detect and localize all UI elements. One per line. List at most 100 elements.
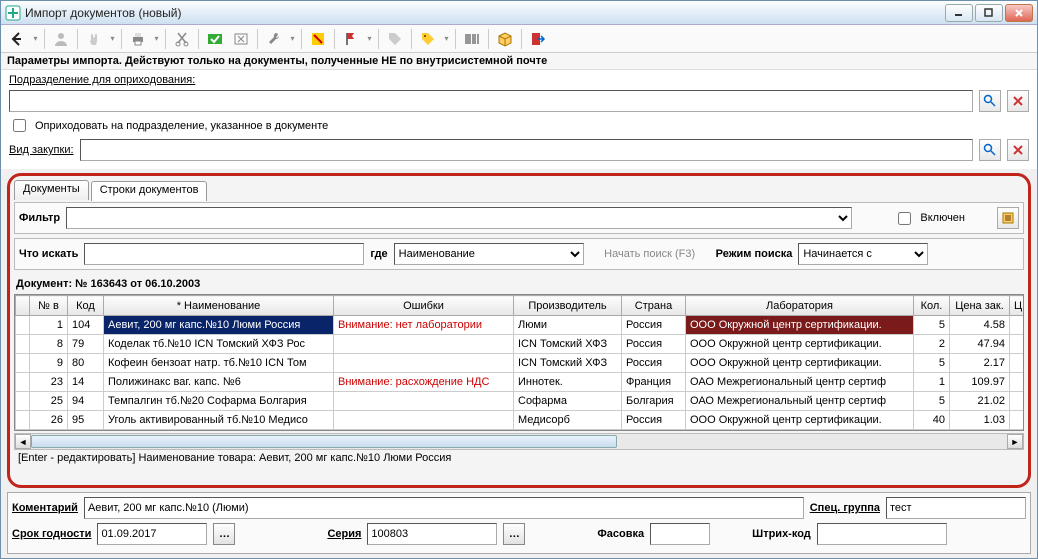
series-input[interactable] (367, 523, 497, 545)
search-mode-select[interactable]: Начинается с (798, 243, 928, 265)
status-line: [Enter - редактировать] Наименование тов… (14, 450, 1024, 466)
cell-lab: ООО Окружной центр сертификации. (686, 354, 914, 373)
user-icon (49, 28, 73, 50)
col-code[interactable]: Код (68, 296, 104, 316)
cell-error (334, 354, 514, 373)
cell-error: Внимание: расхождение НДС (334, 373, 514, 392)
table-row[interactable]: 2695Уголь активированный тб.№10 МедисоМе… (16, 411, 1024, 430)
col-errors[interactable]: Ошибки (334, 296, 514, 316)
app-icon (5, 5, 21, 21)
table-row[interactable]: 2314Полижинакс ваг. капс. №6Внимание: ра… (16, 373, 1024, 392)
division-lookup-button[interactable] (979, 90, 1001, 112)
dropdown-icon[interactable]: ▾ (152, 28, 161, 50)
search-what-input[interactable] (84, 243, 364, 265)
col-marker[interactable] (16, 296, 30, 316)
purchase-clear-button[interactable] (1007, 139, 1029, 161)
division-input[interactable] (9, 90, 973, 112)
dropdown-icon[interactable]: ▾ (31, 28, 40, 50)
spec-group-input[interactable] (886, 497, 1026, 519)
wrench-button[interactable] (262, 28, 286, 50)
cell-num: 25 (30, 392, 68, 411)
col-country[interactable]: Страна (622, 296, 686, 316)
highlighted-area: Документы Строки документов Фильтр Включ… (7, 173, 1031, 488)
division-clear-button[interactable] (1007, 90, 1029, 112)
search-what-label: Что искать (19, 248, 78, 260)
col-lab[interactable]: Лаборатория (686, 296, 914, 316)
col-producer[interactable]: Производитель (514, 296, 622, 316)
box-button[interactable] (493, 28, 517, 50)
tag-gray-icon (383, 28, 407, 50)
series-picker-button[interactable]: … (503, 523, 525, 545)
cell-qty: 5 (914, 354, 950, 373)
col-qty[interactable]: Кол. (914, 296, 950, 316)
table-row[interactable]: 980Кофеин бензоат натр. тб.№10 ICN ТомIC… (16, 354, 1024, 373)
cell-producer: ICN Томский ХФЗ (514, 354, 622, 373)
document-header: Документ: № 163643 от 06.10.2003 (14, 274, 1024, 294)
cell-num: 9 (30, 354, 68, 373)
warning-button[interactable] (306, 28, 330, 50)
start-search-button[interactable]: Начать поиск (F3) (590, 248, 710, 260)
cell-lab: ООО Окружной центр сертификации. (686, 316, 914, 335)
table-row[interactable]: 1104Аевит, 200 мг капс.№10 Люми РоссияВн… (16, 316, 1024, 335)
check-green-button[interactable] (203, 28, 227, 50)
col-extra[interactable]: Ц (1010, 296, 1024, 316)
cell-country: Россия (622, 411, 686, 430)
minimize-button[interactable] (945, 4, 973, 22)
print-button[interactable] (126, 28, 150, 50)
cell-qty: 5 (914, 316, 950, 335)
cell-price: 47.94 (950, 335, 1010, 354)
table-row[interactable]: 879Коделак тб.№10 ICN Томский ХФЗ РосICN… (16, 335, 1024, 354)
cell-qty: 40 (914, 411, 950, 430)
use-doc-division-label: Оприходовать на подразделение, указанное… (35, 120, 328, 132)
dropdown-icon[interactable]: ▾ (288, 28, 297, 50)
expiry-picker-button[interactable]: … (213, 523, 235, 545)
back-button[interactable] (5, 28, 29, 50)
packing-label: Фасовка (597, 528, 644, 540)
cell-extra (1010, 411, 1024, 430)
exit-button[interactable] (526, 28, 550, 50)
purchase-lookup-button[interactable] (979, 139, 1001, 161)
cell-price: 4.58 (950, 316, 1010, 335)
search-where-label: где (370, 248, 387, 260)
flag-button[interactable] (339, 28, 363, 50)
uncheck-button[interactable] (229, 28, 253, 50)
cell-code: 94 (68, 392, 104, 411)
purchase-type-input[interactable] (80, 139, 973, 161)
maximize-button[interactable] (975, 4, 1003, 22)
close-button[interactable] (1005, 4, 1033, 22)
cell-country: Болгария (622, 392, 686, 411)
cell-qty: 2 (914, 335, 950, 354)
expiry-input[interactable] (97, 523, 207, 545)
cut-button[interactable] (170, 28, 194, 50)
table-row[interactable]: 2594Темпалгин тб.№20 Софарма БолгарияСоф… (16, 392, 1024, 411)
tag-yellow-button[interactable] (416, 28, 440, 50)
data-grid[interactable]: № в Код * Наименование Ошибки Производит… (14, 294, 1024, 431)
cell-qty: 5 (914, 392, 950, 411)
comment-label: Коментарий (12, 502, 78, 514)
packing-input[interactable] (650, 523, 710, 545)
horizontal-scrollbar[interactable]: ◄ ► (14, 433, 1024, 450)
scroll-thumb[interactable] (31, 435, 617, 448)
barcode-input[interactable] (817, 523, 947, 545)
scroll-right-icon[interactable]: ► (1007, 434, 1023, 449)
comment-input[interactable] (84, 497, 804, 519)
scroll-left-icon[interactable]: ◄ (15, 434, 31, 449)
filter-select[interactable] (66, 207, 852, 229)
dropdown-icon[interactable]: ▾ (365, 28, 374, 50)
col-num[interactable]: № в (30, 296, 68, 316)
cell-code: 95 (68, 411, 104, 430)
use-doc-division-checkbox[interactable] (13, 119, 26, 132)
tab-doc-lines[interactable]: Строки документов (91, 181, 208, 201)
dropdown-icon[interactable]: ▾ (108, 28, 117, 50)
spec-group-label: Спец. группа (810, 502, 880, 514)
filter-enabled-checkbox[interactable] (898, 212, 911, 225)
dropdown-icon[interactable]: ▾ (442, 28, 451, 50)
col-name[interactable]: * Наименование (104, 296, 334, 316)
search-where-select[interactable]: Наименование (394, 243, 584, 265)
filter-config-button[interactable] (997, 207, 1019, 229)
col-price[interactable]: Цена зак. (950, 296, 1010, 316)
cell-extra (1010, 316, 1024, 335)
barcode-button[interactable] (460, 28, 484, 50)
cell-error (334, 392, 514, 411)
tab-documents[interactable]: Документы (14, 180, 89, 200)
